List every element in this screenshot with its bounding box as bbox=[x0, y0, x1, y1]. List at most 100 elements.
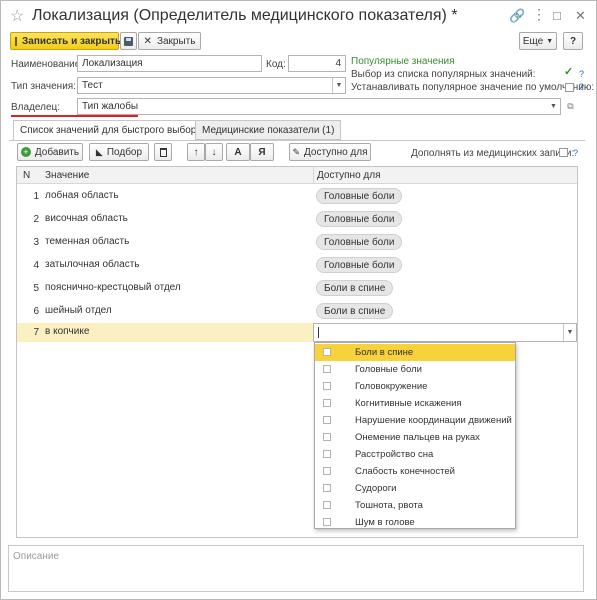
option-checkbox[interactable] bbox=[323, 467, 331, 475]
option-checkbox[interactable] bbox=[323, 416, 331, 424]
dropdown-option[interactable]: Онемение пальцев на руках bbox=[315, 429, 515, 446]
option-checkbox[interactable] bbox=[323, 484, 331, 492]
dropdown-option[interactable]: Тошнота, рвота bbox=[315, 497, 515, 514]
table-row[interactable]: 5 пояснично-крестцовый отдел Боли в спин… bbox=[17, 277, 577, 300]
dropdown-option[interactable]: Когнитивные искажения bbox=[315, 395, 515, 412]
available-for-tag[interactable]: Боли в спине bbox=[316, 280, 394, 296]
move-up-button[interactable]: ↑ bbox=[187, 143, 205, 161]
dropdown-option[interactable]: Слабость конечностей bbox=[315, 463, 515, 480]
option-checkbox[interactable] bbox=[323, 518, 331, 526]
available-for-button[interactable]: ✎ Доступно для bbox=[289, 143, 371, 161]
save-button[interactable] bbox=[120, 32, 137, 50]
code-field[interactable]: 4 bbox=[288, 55, 346, 72]
row-value: лобная область bbox=[45, 190, 119, 201]
table-row[interactable]: 2 височная область Головные боли bbox=[17, 208, 577, 231]
save-close-icon bbox=[15, 36, 17, 46]
available-for-editor[interactable]: ▼ bbox=[313, 323, 577, 342]
select-from-list-label: Выбор из списка популярных значений: bbox=[351, 69, 536, 80]
tab-quick-values[interactable]: Список значений для быстрого выбора (7) bbox=[13, 120, 224, 140]
table-row[interactable]: 3 теменная область Головные боли bbox=[17, 231, 577, 254]
dropdown-option[interactable]: Шум в голове bbox=[315, 514, 515, 531]
dropdown-option[interactable]: Боли в спине bbox=[315, 344, 515, 361]
row-number: 6 bbox=[33, 306, 39, 317]
close-x-icon: ✕ bbox=[143, 35, 152, 47]
help-icon[interactable]: ? bbox=[579, 69, 584, 79]
required-underline bbox=[11, 115, 138, 117]
help-icon[interactable]: ? bbox=[573, 148, 578, 158]
close-button[interactable]: ✕ Закрыть bbox=[138, 32, 201, 50]
tab-medical-indicators[interactable]: Медицинские показатели (1) bbox=[195, 120, 342, 140]
favorite-star-icon[interactable]: ☆ bbox=[10, 6, 24, 26]
set-default-checkbox[interactable] bbox=[565, 83, 574, 92]
row-value: височная область bbox=[45, 213, 128, 224]
row-number: 7 bbox=[33, 327, 39, 338]
pick-icon: ◣ bbox=[95, 146, 103, 157]
delete-button[interactable] bbox=[154, 143, 172, 161]
option-checkbox[interactable] bbox=[323, 433, 331, 441]
option-checkbox[interactable] bbox=[323, 501, 331, 509]
open-icon[interactable]: ⧉ bbox=[563, 98, 578, 115]
dropdown-arrow-icon[interactable]: ▼ bbox=[547, 99, 560, 114]
maximize-icon[interactable]: □ bbox=[553, 8, 561, 23]
name-field[interactable]: Локализация bbox=[77, 55, 262, 72]
dropdown-option[interactable]: Головокружение bbox=[315, 378, 515, 395]
add-label: Добавить bbox=[34, 146, 80, 158]
row-value: пояснично-крестцовый отдел bbox=[45, 282, 181, 293]
available-for-tag[interactable]: Боли в спине bbox=[316, 303, 394, 319]
supplement-checkbox[interactable] bbox=[559, 148, 568, 157]
popular-values-heading: Популярные значения bbox=[351, 56, 455, 67]
available-for-tag[interactable]: Головные боли bbox=[316, 257, 403, 273]
more-button[interactable]: Еще ▼ bbox=[519, 32, 557, 50]
value-type-field[interactable]: Тест ▼ bbox=[77, 77, 346, 94]
option-label: Расстройство сна bbox=[355, 449, 434, 460]
help-button[interactable]: ? bbox=[563, 32, 583, 50]
dropdown-arrow-icon[interactable]: ▼ bbox=[332, 78, 345, 93]
option-label: Головные боли bbox=[355, 364, 422, 375]
close-window-icon[interactable]: ✕ bbox=[575, 8, 586, 24]
chevron-down-icon: ▼ bbox=[546, 37, 554, 45]
option-label: Когнитивные искажения bbox=[355, 398, 462, 409]
dropdown-option[interactable]: Головные боли bbox=[315, 361, 515, 378]
link-icon[interactable]: 🔗 bbox=[509, 8, 525, 24]
column-header-n[interactable]: N bbox=[23, 170, 30, 181]
save-and-close-button[interactable]: Записать и закрыть bbox=[10, 32, 121, 50]
option-checkbox[interactable] bbox=[323, 365, 331, 373]
available-for-label: Доступно для bbox=[304, 146, 368, 158]
column-header-available[interactable]: Доступно для bbox=[317, 170, 381, 181]
option-checkbox[interactable] bbox=[323, 399, 331, 407]
trash-icon bbox=[159, 147, 167, 157]
row-number: 5 bbox=[33, 283, 39, 294]
dropdown-arrow-icon[interactable]: ▼ bbox=[563, 324, 576, 341]
owner-field[interactable]: Тип жалобы ▼ bbox=[77, 98, 561, 115]
table-row[interactable]: 1 лобная область Головные боли bbox=[17, 185, 577, 208]
available-for-tag[interactable]: Головные боли bbox=[316, 234, 403, 250]
help-icon[interactable]: ? bbox=[579, 82, 584, 92]
option-checkbox[interactable] bbox=[323, 450, 331, 458]
row-value: затылочная область bbox=[45, 259, 140, 270]
row-number: 1 bbox=[33, 191, 39, 202]
table-row-active[interactable]: 7 в копчике ▼ bbox=[17, 323, 577, 342]
dropdown-option[interactable]: Нарушение координации движений bbox=[315, 412, 515, 429]
description-placeholder: Описание bbox=[13, 551, 60, 562]
option-label: Слабость конечностей bbox=[355, 466, 455, 477]
sort-ascending-button[interactable]: А bbox=[226, 143, 250, 161]
option-checkbox[interactable] bbox=[323, 348, 331, 356]
table-row[interactable]: 4 затылочная область Головные боли bbox=[17, 254, 577, 277]
add-button[interactable]: + Добавить bbox=[17, 143, 83, 161]
column-header-value[interactable]: Значение bbox=[45, 170, 89, 181]
arrow-down-icon: ↓ bbox=[211, 146, 217, 158]
row-value: шейный отдел bbox=[45, 305, 112, 316]
description-field[interactable]: Описание bbox=[8, 545, 584, 592]
option-checkbox[interactable] bbox=[323, 382, 331, 390]
select-from-list-checkbox[interactable]: ✓ bbox=[564, 65, 573, 78]
table-row[interactable]: 6 шейный отдел Боли в спине bbox=[17, 300, 577, 323]
dropdown-option[interactable]: Расстройство сна bbox=[315, 446, 515, 463]
move-down-button[interactable]: ↓ bbox=[205, 143, 223, 161]
dropdown-option[interactable]: Судороги bbox=[315, 480, 515, 497]
pick-button[interactable]: ◣ Подбор bbox=[89, 143, 149, 161]
owner-text: Тип жалобы bbox=[82, 101, 139, 112]
more-actions-icon[interactable]: ⋮ bbox=[532, 6, 546, 23]
available-for-tag[interactable]: Головные боли bbox=[316, 188, 403, 204]
sort-descending-button[interactable]: Я bbox=[250, 143, 274, 161]
available-for-tag[interactable]: Головные боли bbox=[316, 211, 403, 227]
